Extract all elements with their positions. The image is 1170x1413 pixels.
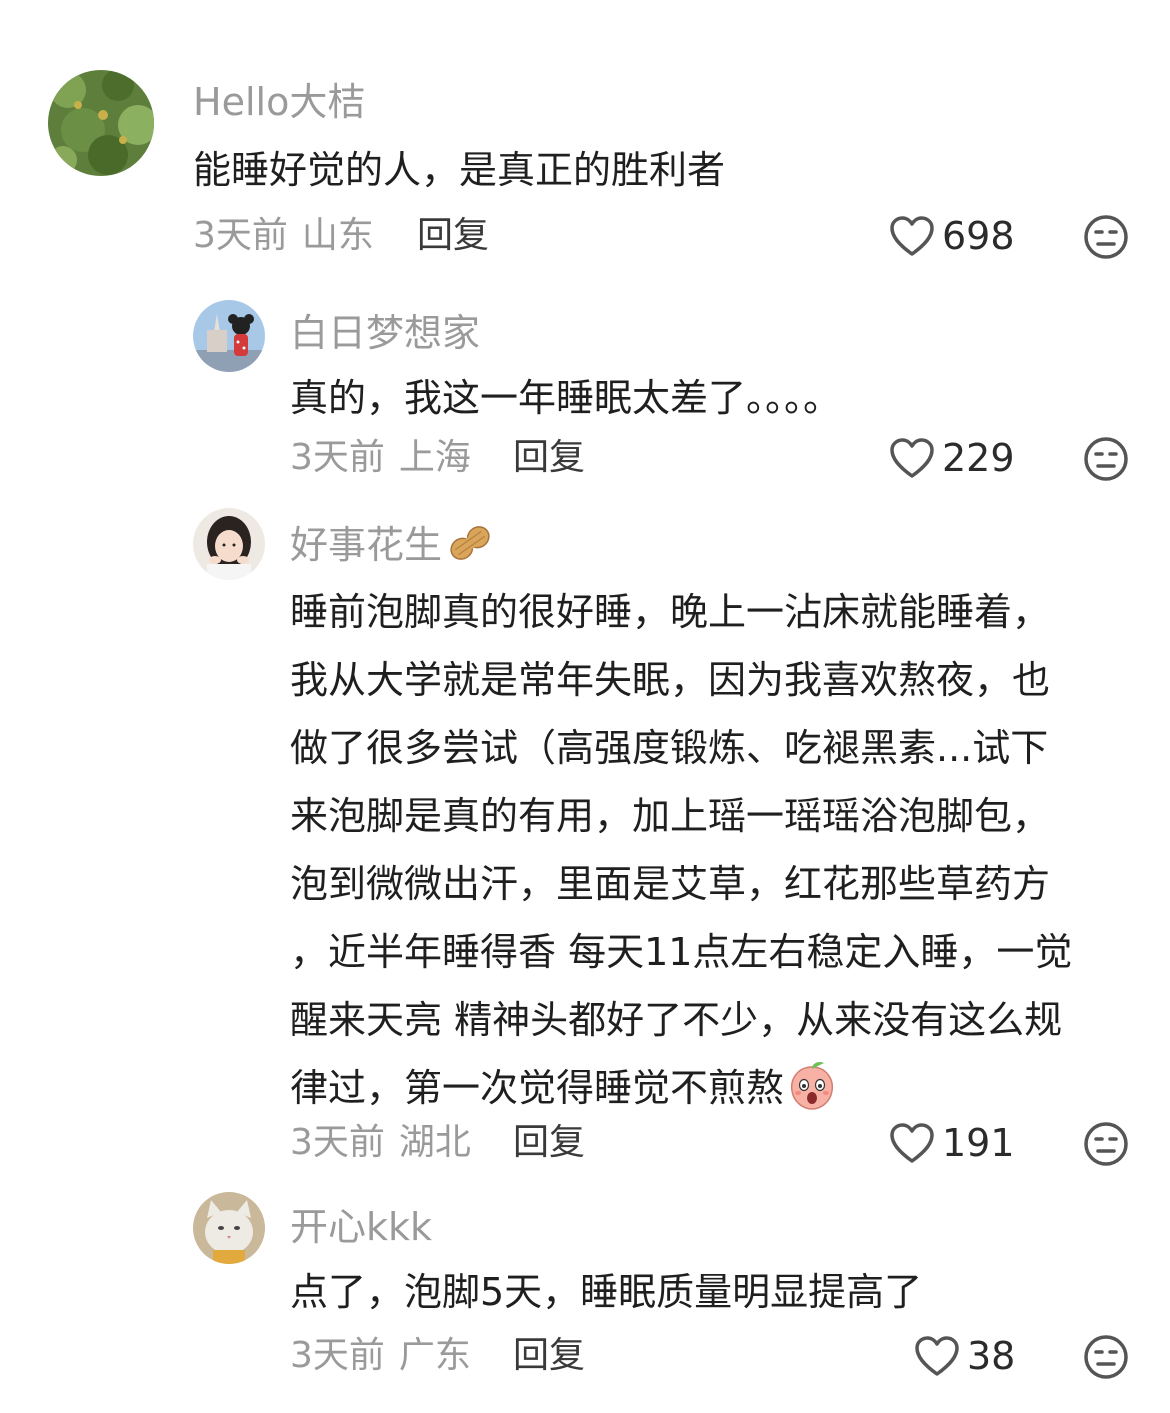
comment-text-line: 点了，泡脚5天，睡眠质量明显提高了	[290, 1270, 923, 1314]
comment-text: 能睡好觉的人，是真正的胜利者	[193, 136, 725, 204]
comment-text-line: 睡前泡脚真的很好睡，晚上一沾床就能睡着，	[290, 590, 1051, 634]
like-count: 698	[942, 214, 1015, 258]
dislike-button[interactable]	[1082, 1333, 1130, 1385]
comment-item: 白日梦想家 真的，我这一年睡眠太差了。。。。 3天前 上海 回复 229	[0, 290, 1170, 500]
comment-text: 真的，我这一年睡眠太差了。。。。	[290, 364, 841, 432]
heart-outline-icon	[890, 438, 934, 478]
avatar[interactable]	[48, 70, 154, 176]
username-text: 好事花生	[290, 523, 443, 567]
comment-time: 3天前	[290, 1122, 385, 1163]
comment-item: 好事花生 睡前泡脚真的很好睡，晚上一沾床就能睡着， 我从大学就是常年失眠，因为我…	[0, 500, 1170, 1180]
comment-item: Hello大桔 能睡好觉的人，是真正的胜利者 3天前 山东 回复 698	[0, 0, 1170, 290]
heart-outline-icon	[915, 1336, 959, 1376]
like-button[interactable]: 191	[888, 1121, 1015, 1165]
comment-text-line: 来泡脚是真的有用，加上瑶一瑶瑶浴泡脚包，	[290, 794, 1051, 838]
comment-text-line: 我从大学就是常年失眠，因为我喜欢熬夜，也	[290, 658, 1051, 702]
shocked-peach-sticker	[790, 1062, 834, 1110]
comment-time: 3天前	[290, 1335, 385, 1376]
reply-button[interactable]: 回复	[513, 440, 585, 476]
heart-outline-icon	[890, 1123, 934, 1163]
meh-face-icon	[1084, 215, 1128, 259]
dislike-button[interactable]	[1082, 1120, 1130, 1172]
comment-time: 3天前	[290, 437, 385, 478]
comment-meta: 3天前 上海	[290, 440, 471, 476]
comment-text-line-last: 律过，第一次觉得睡觉不煎熬	[290, 1054, 1072, 1122]
reply-button[interactable]: 回复	[417, 218, 489, 254]
username[interactable]: 开心kkk	[290, 1208, 432, 1246]
like-count: 38	[967, 1334, 1016, 1378]
comment-text: 点了，泡脚5天，睡眠质量明显提高了	[290, 1258, 922, 1326]
comment-location: 广东	[398, 1335, 471, 1376]
comment-text-line: ，近半年睡得香 每天11点左右稳定入睡，一觉	[290, 930, 1073, 974]
heart-outline-icon	[890, 216, 934, 256]
comment-text-line: 能睡好觉的人，是真正的胜利者	[193, 148, 726, 192]
comment-text: 睡前泡脚真的很好睡，晚上一沾床就能睡着， 我从大学就是常年失眠，因为我喜欢熬夜，…	[290, 578, 1072, 1122]
comment-meta: 3天前 山东	[193, 218, 374, 254]
like-count: 191	[942, 1121, 1015, 1165]
comment-item: 开心kkk 点了，泡脚5天，睡眠质量明显提高了 3天前 广东 回复 38	[0, 1180, 1170, 1413]
reply-button[interactable]: 回复	[513, 1125, 585, 1161]
comment-location: 上海	[398, 437, 471, 478]
comment-text-line: 做了很多尝试（高强度锻炼、吃褪黑素...试下	[290, 726, 1049, 770]
meh-face-icon	[1084, 1122, 1128, 1166]
comment-text-line: 醒来天亮 精神头都好了不少，从来没有这么规	[290, 998, 1063, 1042]
comment-meta: 3天前 湖北	[290, 1125, 471, 1161]
comment-text-line: 泡到微微出汗，里面是艾草，红花那些草药方	[290, 862, 1051, 906]
like-count: 229	[942, 436, 1015, 480]
comment-text-line: 律过，第一次觉得睡觉不煎熬	[290, 1066, 785, 1110]
meh-face-icon	[1084, 1335, 1128, 1379]
username[interactable]: 白日梦想家	[290, 314, 480, 352]
reply-button[interactable]: 回复	[513, 1338, 585, 1374]
username[interactable]: 好事花生	[290, 522, 494, 564]
avatar[interactable]	[193, 508, 265, 580]
comment-location: 湖北	[398, 1122, 471, 1163]
comment-time: 3天前	[193, 215, 288, 256]
meh-face-icon	[1084, 437, 1128, 481]
avatar[interactable]	[193, 1192, 265, 1264]
username[interactable]: Hello大桔	[193, 83, 365, 121]
peanut-icon	[446, 523, 494, 567]
like-button[interactable]: 38	[913, 1334, 1015, 1378]
dislike-button[interactable]	[1082, 435, 1130, 487]
comment-meta: 3天前 广东	[290, 1338, 471, 1374]
comment-text-line: 真的，我这一年睡眠太差了。。。。	[290, 376, 842, 420]
like-button[interactable]: 698	[888, 214, 1015, 258]
like-button[interactable]: 229	[888, 436, 1015, 480]
dislike-button[interactable]	[1082, 213, 1130, 265]
avatar[interactable]	[193, 300, 265, 372]
comment-location: 山东	[301, 215, 374, 256]
